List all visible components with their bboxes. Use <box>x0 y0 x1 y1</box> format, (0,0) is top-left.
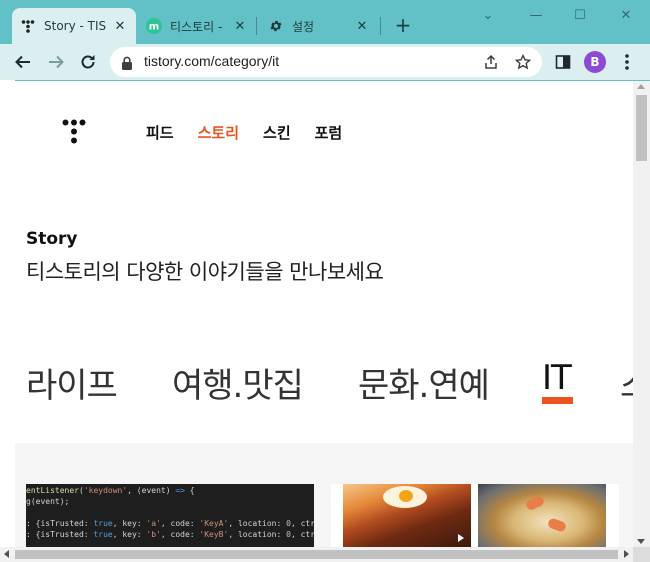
tab-search-icon[interactable]: ⌄ <box>478 6 498 26</box>
food-photo-pasta <box>478 484 606 547</box>
tab-settings[interactable]: 설정 ✕ <box>260 8 378 44</box>
svg-text:m: m <box>149 22 159 33</box>
shrimp <box>524 494 546 512</box>
nav-forum[interactable]: 포럼 <box>315 122 343 143</box>
profile-avatar[interactable]: B <box>584 51 606 73</box>
page-viewport: 피드 스토리 스킨 포럼 Story 티스토리의 다양한 이야기들을 만나보세요… <box>15 81 633 547</box>
category-travel-food[interactable]: 여행.맛집 <box>172 358 304 407</box>
scroll-up-arrow-icon[interactable] <box>637 84 645 89</box>
scrollbar-corner <box>633 547 650 562</box>
story-subheading: 티스토리의 다양한 이야기들을 만나보세요 <box>26 260 384 284</box>
egg-yolk <box>399 490 413 502</box>
scroll-left-arrow-icon[interactable] <box>4 550 9 558</box>
tab-tistory-it[interactable]: m 티스토리 - IT ✕ <box>138 8 256 44</box>
side-panel-icon[interactable] <box>551 50 575 74</box>
scrollbar-thumb[interactable] <box>636 95 647 161</box>
tab-strip: Story - TISTORY ✕ m 티스토리 - IT ✕ 설정 ✕ + ⌄… <box>0 0 650 44</box>
post-thumbnail-code[interactable]: entListener('keydown', (event) => { g(ev… <box>26 484 314 547</box>
code-line: g(event); <box>26 497 70 506</box>
tab-story[interactable]: Story - TISTORY ✕ <box>12 8 136 44</box>
browser-window: Story - TISTORY ✕ m 티스토리 - IT ✕ 설정 ✕ + ⌄… <box>0 0 650 562</box>
maximize-icon[interactable]: ☐ <box>570 6 590 26</box>
share-icon[interactable] <box>482 53 500 71</box>
tab-title: Story - TISTORY <box>44 19 106 33</box>
close-tab-icon[interactable]: ✕ <box>232 18 248 34</box>
category-culture[interactable]: 문화.연예 <box>358 358 490 407</box>
post-thumbnail-food[interactable] <box>331 484 619 547</box>
gear-icon <box>268 18 284 34</box>
tab-title: 설정 <box>292 19 315 34</box>
tab-separator <box>256 17 257 35</box>
nav-skin[interactable]: 스킨 <box>263 122 291 143</box>
food-photo-stirfry <box>343 484 471 547</box>
browser-toolbar: tistory.com/category/it B <box>0 44 650 80</box>
page-left-margin <box>0 80 15 562</box>
scrollbar-thumb[interactable] <box>15 550 618 559</box>
code-line: : {isTrusted: true, key: 'b', code: 'Key… <box>26 530 314 539</box>
nav-feed[interactable]: 피드 <box>146 122 174 143</box>
tab-title: 티스토리 - IT <box>170 19 226 34</box>
category-it[interactable]: IT <box>542 358 572 398</box>
tab-separator <box>380 17 381 35</box>
scroll-down-arrow-icon[interactable] <box>637 539 645 544</box>
close-window-icon[interactable]: ✕ <box>616 6 636 26</box>
site-nav: 피드 스토리 스킨 포럼 <box>146 122 366 143</box>
back-icon[interactable] <box>11 50 35 74</box>
horizontal-scrollbar[interactable] <box>0 547 633 562</box>
scroll-right-arrow-icon[interactable] <box>624 550 629 558</box>
play-icon <box>458 534 464 542</box>
vertical-scrollbar[interactable] <box>633 81 650 547</box>
category-next[interactable]: 스 <box>620 358 633 407</box>
green-m-icon: m <box>146 18 162 34</box>
story-heading: Story <box>26 229 78 249</box>
tistory-logo[interactable] <box>62 119 88 147</box>
url-text: tistory.com/category/it <box>144 53 280 69</box>
bookmark-star-icon[interactable] <box>514 53 532 71</box>
category-life[interactable]: 라이프 <box>26 358 118 407</box>
close-tab-icon[interactable]: ✕ <box>354 18 370 34</box>
lock-icon <box>121 55 135 70</box>
minimize-icon[interactable]: — <box>526 6 546 26</box>
tistory-dots-icon <box>20 18 36 34</box>
code-line: : {isTrusted: true, key: 'a', code: 'Key… <box>26 519 314 528</box>
category-tabs: 라이프 여행.맛집 문화.연예 IT 스 <box>26 358 633 408</box>
menu-kebab-icon[interactable] <box>615 50 639 74</box>
active-category-underline <box>542 397 573 404</box>
code-line: entListener('keydown', (event) => { <box>26 486 195 495</box>
reload-icon[interactable] <box>76 50 100 74</box>
close-tab-icon[interactable]: ✕ <box>112 18 128 34</box>
shrimp <box>546 517 568 533</box>
address-bar[interactable]: tistory.com/category/it <box>110 47 542 77</box>
nav-story[interactable]: 스토리 <box>198 122 239 143</box>
new-tab-button[interactable]: + <box>392 14 414 36</box>
forward-icon[interactable] <box>44 50 68 74</box>
